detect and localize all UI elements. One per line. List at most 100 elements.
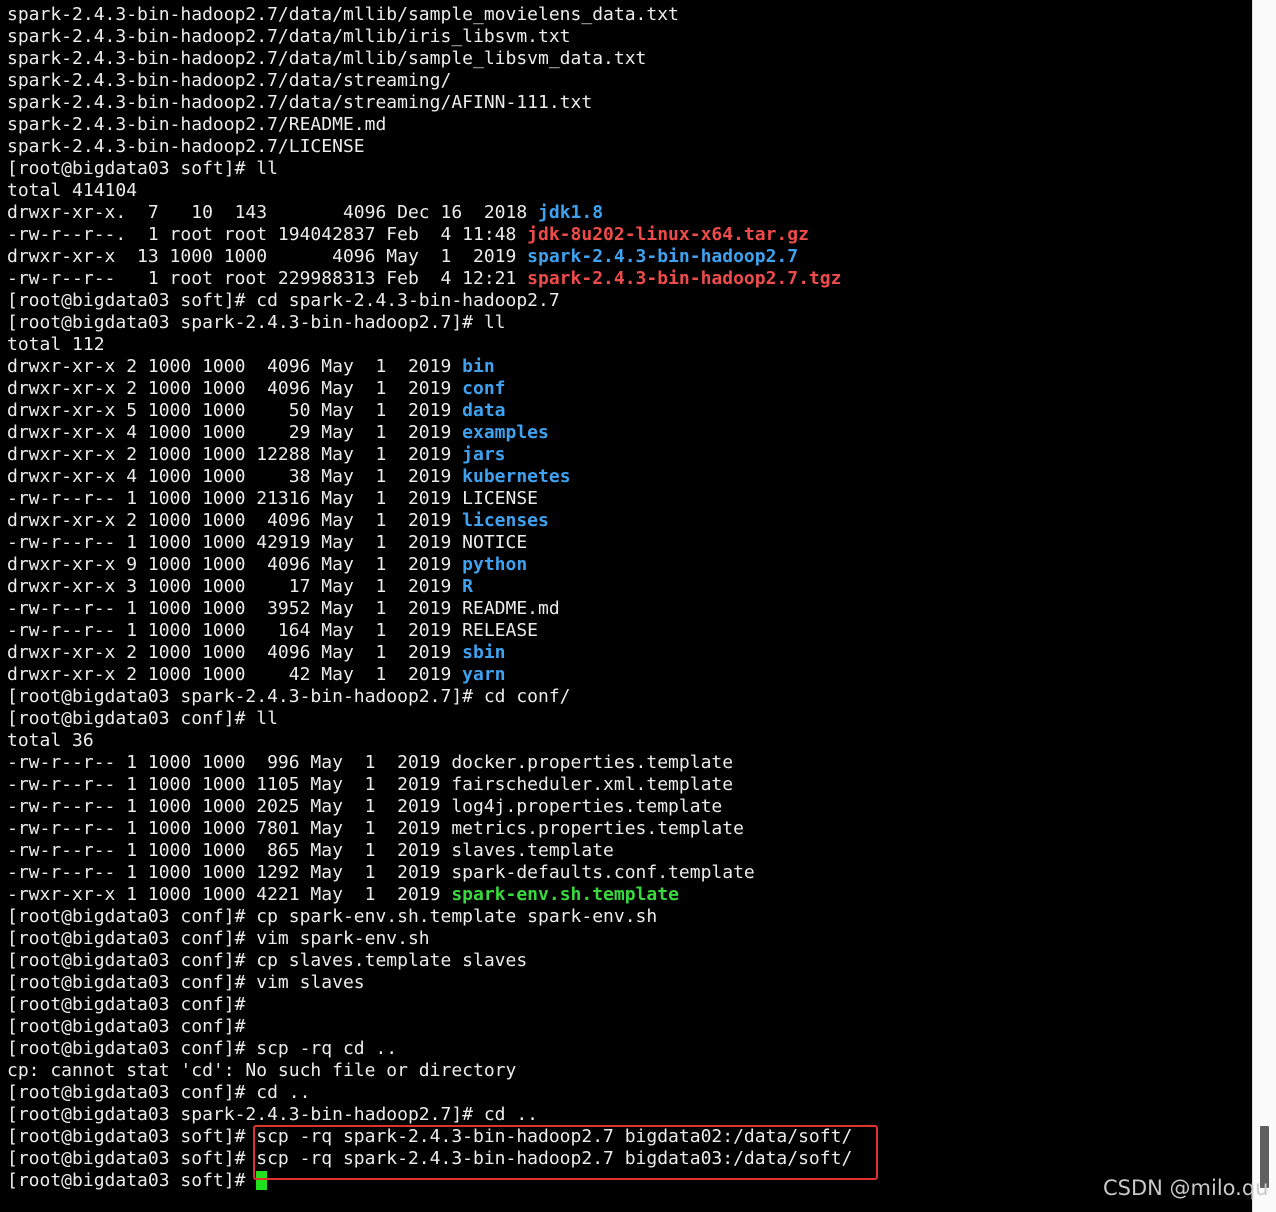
terminal-line: [root@bigdata03 conf]# bbox=[7, 1016, 852, 1038]
terminal-text: spark-2.4.3-bin-hadoop2.7/data/streaming… bbox=[7, 92, 593, 113]
terminal-text: total 112 bbox=[7, 334, 105, 355]
terminal-text: total 36 bbox=[7, 730, 94, 751]
dir-name: yarn bbox=[462, 664, 506, 685]
dir-name: licenses bbox=[462, 510, 549, 531]
terminal-line: -rw-r--r-- 1 1000 1000 164 May 1 2019 RE… bbox=[7, 620, 852, 642]
terminal-line: spark-2.4.3-bin-hadoop2.7/data/mllib/iri… bbox=[7, 26, 852, 48]
terminal-text: spark-2.4.3-bin-hadoop2.7/README.md bbox=[7, 114, 387, 135]
arch-name: jdk-8u202-linux-x64.tar.gz bbox=[527, 224, 809, 245]
terminal-text: [root@bigdata03 conf]# cp spark-env.sh.t… bbox=[7, 906, 658, 927]
terminal-text: drwxr-xr-x 4 1000 1000 38 May 1 2019 bbox=[7, 466, 463, 487]
dir-name: kubernetes bbox=[462, 466, 571, 487]
terminal-window[interactable]: spark-2.4.3-bin-hadoop2.7/data/mllib/sam… bbox=[0, 0, 1252, 1212]
terminal-line: spark-2.4.3-bin-hadoop2.7/data/streaming… bbox=[7, 70, 852, 92]
terminal-line: total 112 bbox=[7, 334, 852, 356]
terminal-line: [root@bigdata03 spark-2.4.3-bin-hadoop2.… bbox=[7, 1104, 852, 1126]
terminal-text: -rw-r--r-- 1 1000 1000 7801 May 1 2019 m… bbox=[7, 818, 744, 839]
terminal-text: -rw-r--r-- 1 1000 1000 2025 May 1 2019 l… bbox=[7, 796, 723, 817]
terminal-text: [root@bigdata03 conf]# scp -rq cd .. bbox=[7, 1038, 398, 1059]
terminal-text: -rw-r--r-- 1 1000 1000 42919 May 1 2019 … bbox=[7, 532, 528, 553]
terminal-text: [root@bigdata03 conf]# cd .. bbox=[7, 1082, 311, 1103]
terminal-line: -rw-r--r-- 1 1000 1000 996 May 1 2019 do… bbox=[7, 752, 852, 774]
terminal-line: [root@bigdata03 conf]# bbox=[7, 994, 852, 1016]
terminal-line: drwxr-xr-x 2 1000 1000 4096 May 1 2019 c… bbox=[7, 378, 852, 400]
vertical-scrollbar[interactable] bbox=[1252, 0, 1276, 1212]
arch-name: spark-2.4.3-bin-hadoop2.7.tgz bbox=[527, 268, 842, 289]
terminal-line: [root@bigdata03 spark-2.4.3-bin-hadoop2.… bbox=[7, 686, 852, 708]
terminal-line: drwxr-xr-x. 7 10 143 4096 Dec 16 2018 jd… bbox=[7, 202, 852, 224]
terminal-text: [root@bigdata03 conf]# ll bbox=[7, 708, 278, 729]
terminal-text: spark-2.4.3-bin-hadoop2.7/data/mllib/iri… bbox=[7, 26, 571, 47]
terminal-line: [root@bigdata03 spark-2.4.3-bin-hadoop2.… bbox=[7, 312, 852, 334]
terminal-text: [root@bigdata03 spark-2.4.3-bin-hadoop2.… bbox=[7, 312, 506, 333]
terminal-line: -rwxr-xr-x 1 1000 1000 4221 May 1 2019 s… bbox=[7, 884, 852, 906]
dir-name: sbin bbox=[462, 642, 506, 663]
terminal-line: -rw-r--r-- 1 root root 229988313 Feb 4 1… bbox=[7, 268, 852, 290]
terminal-text: drwxr-xr-x 2 1000 1000 4096 May 1 2019 bbox=[7, 642, 463, 663]
terminal-line: -rw-r--r-- 1 1000 1000 1292 May 1 2019 s… bbox=[7, 862, 852, 884]
dir-name: conf bbox=[462, 378, 506, 399]
terminal-line: spark-2.4.3-bin-hadoop2.7/data/streaming… bbox=[7, 92, 852, 114]
terminal-text: [root@bigdata03 soft]# ll bbox=[7, 158, 278, 179]
terminal-text: -rw-r--r-- 1 1000 1000 996 May 1 2019 do… bbox=[7, 752, 734, 773]
terminal-line: -rw-r--r-- 1 1000 1000 865 May 1 2019 sl… bbox=[7, 840, 852, 862]
terminal-text: drwxr-xr-x. 7 10 143 4096 Dec 16 2018 bbox=[7, 202, 539, 223]
terminal-line: [root@bigdata03 conf]# ll bbox=[7, 708, 852, 730]
terminal-line: spark-2.4.3-bin-hadoop2.7/LICENSE bbox=[7, 136, 852, 158]
terminal-text: [root@bigdata03 spark-2.4.3-bin-hadoop2.… bbox=[7, 686, 571, 707]
terminal-text: -rwxr-xr-x 1 1000 1000 4221 May 1 2019 bbox=[7, 884, 452, 905]
terminal-line: drwxr-xr-x 2 1000 1000 12288 May 1 2019 … bbox=[7, 444, 852, 466]
terminal-line: -rw-r--r-- 1 1000 1000 7801 May 1 2019 m… bbox=[7, 818, 852, 840]
dir-name: data bbox=[462, 400, 506, 421]
terminal-text: [root@bigdata03 conf]# vim spark-env.sh bbox=[7, 928, 430, 949]
terminal-line: drwxr-xr-x 2 1000 1000 42 May 1 2019 yar… bbox=[7, 664, 852, 686]
terminal-text: drwxr-xr-x 13 1000 1000 4096 May 1 2019 bbox=[7, 246, 528, 267]
terminal-text: [root@bigdata03 soft]# bbox=[7, 1170, 257, 1191]
dir-name: spark-2.4.3-bin-hadoop2.7 bbox=[527, 246, 799, 267]
dir-name: bin bbox=[462, 356, 495, 377]
terminal-line: -rw-r--r-- 1 1000 1000 3952 May 1 2019 R… bbox=[7, 598, 852, 620]
terminal-text: -rw-r--r--. 1 root root 194042837 Feb 4 … bbox=[7, 224, 528, 245]
terminal-line: -rw-r--r-- 1 1000 1000 1105 May 1 2019 f… bbox=[7, 774, 852, 796]
terminal-text: -rw-r--r-- 1 1000 1000 865 May 1 2019 sl… bbox=[7, 840, 614, 861]
terminal-text: spark-2.4.3-bin-hadoop2.7/data/streaming… bbox=[7, 70, 452, 91]
terminal-text: -rw-r--r-- 1 1000 1000 1292 May 1 2019 s… bbox=[7, 862, 755, 883]
terminal-line: [root@bigdata03 conf]# cd .. bbox=[7, 1082, 852, 1104]
terminal-line: [root@bigdata03 conf]# scp -rq cd .. bbox=[7, 1038, 852, 1060]
terminal-text: -rw-r--r-- 1 1000 1000 21316 May 1 2019 … bbox=[7, 488, 539, 509]
terminal-line: drwxr-xr-x 2 1000 1000 4096 May 1 2019 l… bbox=[7, 510, 852, 532]
exec-name: spark-env.sh.template bbox=[451, 884, 679, 905]
terminal-text: [root@bigdata03 conf]# bbox=[7, 1016, 246, 1037]
terminal-text: [root@bigdata03 spark-2.4.3-bin-hadoop2.… bbox=[7, 1104, 539, 1125]
highlight-box bbox=[253, 1125, 878, 1180]
terminal-line: total 36 bbox=[7, 730, 852, 752]
terminal-text: -rw-r--r-- 1 1000 1000 3952 May 1 2019 R… bbox=[7, 598, 560, 619]
dir-name: python bbox=[462, 554, 528, 575]
terminal-text: -rw-r--r-- 1 1000 1000 1105 May 1 2019 f… bbox=[7, 774, 734, 795]
dir-name: R bbox=[462, 576, 473, 597]
dir-name: jdk1.8 bbox=[538, 202, 604, 223]
terminal-line: drwxr-xr-x 4 1000 1000 38 May 1 2019 kub… bbox=[7, 466, 852, 488]
terminal-output: spark-2.4.3-bin-hadoop2.7/data/mllib/sam… bbox=[7, 4, 852, 1192]
terminal-text: spark-2.4.3-bin-hadoop2.7/data/mllib/sam… bbox=[7, 48, 647, 69]
watermark: CSDN @milo.qu bbox=[1103, 1176, 1269, 1200]
terminal-text: spark-2.4.3-bin-hadoop2.7/LICENSE bbox=[7, 136, 365, 157]
terminal-text: drwxr-xr-x 4 1000 1000 29 May 1 2019 bbox=[7, 422, 463, 443]
terminal-text: drwxr-xr-x 2 1000 1000 12288 May 1 2019 bbox=[7, 444, 463, 465]
terminal-line: [root@bigdata03 conf]# cp spark-env.sh.t… bbox=[7, 906, 852, 928]
terminal-line: drwxr-xr-x 3 1000 1000 17 May 1 2019 R bbox=[7, 576, 852, 598]
terminal-text: spark-2.4.3-bin-hadoop2.7/data/mllib/sam… bbox=[7, 4, 679, 25]
terminal-line: -rw-r--r--. 1 root root 194042837 Feb 4 … bbox=[7, 224, 852, 246]
terminal-text: [root@bigdata03 conf]# cp slaves.templat… bbox=[7, 950, 528, 971]
terminal-text: drwxr-xr-x 2 1000 1000 4096 May 1 2019 bbox=[7, 378, 463, 399]
dir-name: examples bbox=[462, 422, 549, 443]
terminal-line: drwxr-xr-x 9 1000 1000 4096 May 1 2019 p… bbox=[7, 554, 852, 576]
terminal-line: cp: cannot stat 'cd': No such file or di… bbox=[7, 1060, 852, 1082]
terminal-text: drwxr-xr-x 2 1000 1000 42 May 1 2019 bbox=[7, 664, 463, 685]
terminal-line: spark-2.4.3-bin-hadoop2.7/data/mllib/sam… bbox=[7, 4, 852, 26]
terminal-line: drwxr-xr-x 2 1000 1000 4096 May 1 2019 b… bbox=[7, 356, 852, 378]
terminal-line: spark-2.4.3-bin-hadoop2.7/README.md bbox=[7, 114, 852, 136]
terminal-line: [root@bigdata03 soft]# cd spark-2.4.3-bi… bbox=[7, 290, 852, 312]
terminal-text: -rw-r--r-- 1 1000 1000 164 May 1 2019 RE… bbox=[7, 620, 539, 641]
terminal-text: cp: cannot stat 'cd': No such file or di… bbox=[7, 1060, 517, 1081]
